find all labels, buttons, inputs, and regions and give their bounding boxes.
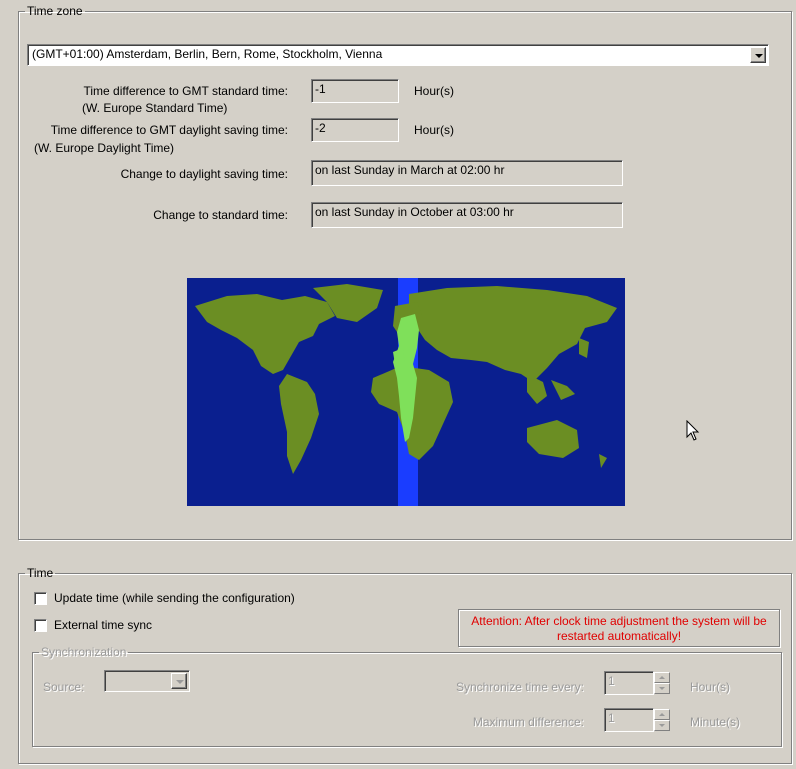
world-map-svg bbox=[187, 278, 625, 506]
source-select[interactable] bbox=[104, 670, 190, 692]
sync-every-spinner[interactable] bbox=[654, 672, 670, 694]
daylight-diff-sublabel: (W. Europe Daylight Time) bbox=[34, 141, 175, 155]
standard-diff-sublabel: (W. Europe Standard Time) bbox=[82, 101, 228, 115]
standard-diff-unit: Hour(s) bbox=[414, 84, 455, 98]
update-time-checkbox[interactable] bbox=[34, 592, 47, 605]
spin-up-icon[interactable] bbox=[654, 709, 670, 720]
std-change-field: on last Sunday in October at 03:00 hr bbox=[311, 202, 623, 228]
source-label: Source: bbox=[43, 680, 85, 694]
spin-up-icon[interactable] bbox=[654, 672, 670, 683]
std-change-label: Change to standard time: bbox=[153, 208, 288, 222]
external-sync-label[interactable]: External time sync bbox=[54, 618, 152, 632]
standard-diff-label: Time difference to GMT standard time: bbox=[83, 84, 288, 98]
restart-attention-notice: Attention: After clock time adjustment t… bbox=[458, 609, 780, 647]
standard-diff-field: -1 bbox=[311, 79, 399, 103]
spin-down-icon[interactable] bbox=[654, 683, 670, 694]
world-time-zone-map bbox=[187, 278, 625, 506]
time-zone-select[interactable]: (GMT+01:00) Amsterdam, Berlin, Bern, Rom… bbox=[27, 44, 769, 66]
daylight-diff-unit: Hour(s) bbox=[414, 123, 455, 137]
daylight-diff-field: -2 bbox=[311, 118, 399, 142]
sync-every-label: Synchronize time every: bbox=[455, 680, 584, 694]
synchronization-legend: Synchronization bbox=[41, 645, 127, 659]
daylight-diff-label: Time difference to GMT daylight saving t… bbox=[50, 123, 288, 137]
chevron-down-icon[interactable] bbox=[171, 673, 187, 689]
max-diff-unit: Minute(s) bbox=[690, 715, 741, 729]
time-legend: Time bbox=[27, 566, 54, 580]
time-zone-value: (GMT+01:00) Amsterdam, Berlin, Bern, Rom… bbox=[32, 47, 383, 61]
max-diff-spinner[interactable] bbox=[654, 709, 670, 731]
dst-change-field: on last Sunday in March at 02:00 hr bbox=[311, 160, 623, 186]
update-time-label[interactable]: Update time (while sending the configura… bbox=[54, 591, 295, 605]
max-diff-label: Maximum difference: bbox=[472, 715, 584, 729]
external-sync-checkbox[interactable] bbox=[34, 619, 47, 632]
sync-every-field[interactable]: 1 bbox=[604, 671, 654, 695]
time-zone-legend: Time zone bbox=[27, 4, 83, 18]
chevron-down-icon[interactable] bbox=[750, 47, 766, 63]
max-diff-field[interactable]: 1 bbox=[604, 708, 654, 732]
synchronization-group: Synchronization bbox=[32, 645, 782, 747]
spin-down-icon[interactable] bbox=[654, 720, 670, 731]
dst-change-label: Change to daylight saving time: bbox=[120, 167, 288, 181]
mouse-pointer-icon bbox=[686, 419, 700, 445]
sync-every-unit: Hour(s) bbox=[690, 680, 731, 694]
